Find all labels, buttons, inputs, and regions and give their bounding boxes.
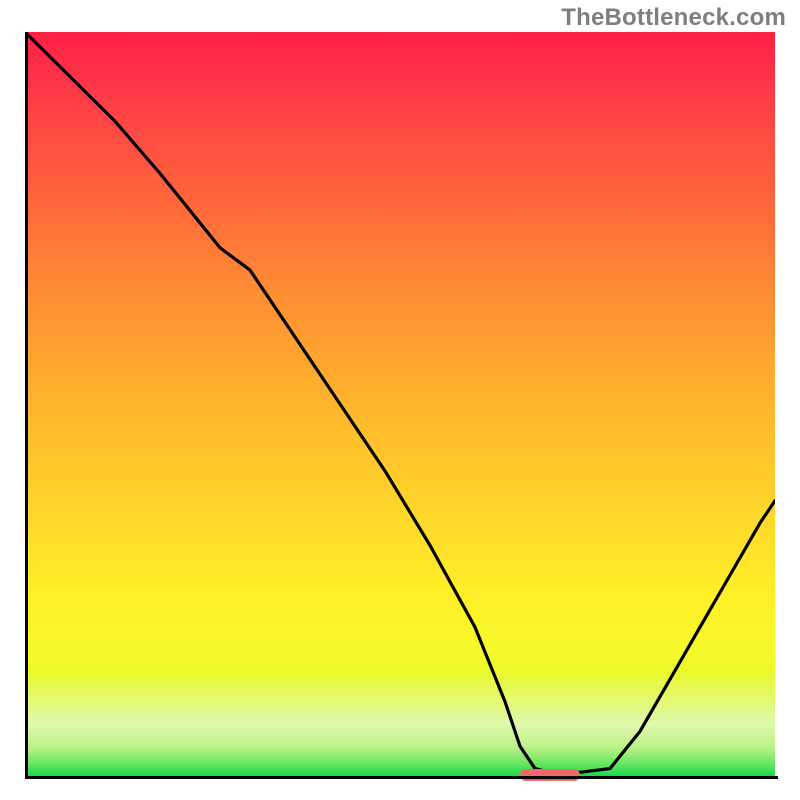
y-axis-line (25, 32, 28, 779)
page-root: TheBottleneck.com (0, 0, 800, 800)
bottleneck-curve (25, 32, 775, 776)
curve-path (25, 32, 775, 772)
chart-plot-area (25, 32, 775, 776)
watermark-text: TheBottleneck.com (561, 4, 786, 32)
x-axis-line (25, 776, 778, 779)
